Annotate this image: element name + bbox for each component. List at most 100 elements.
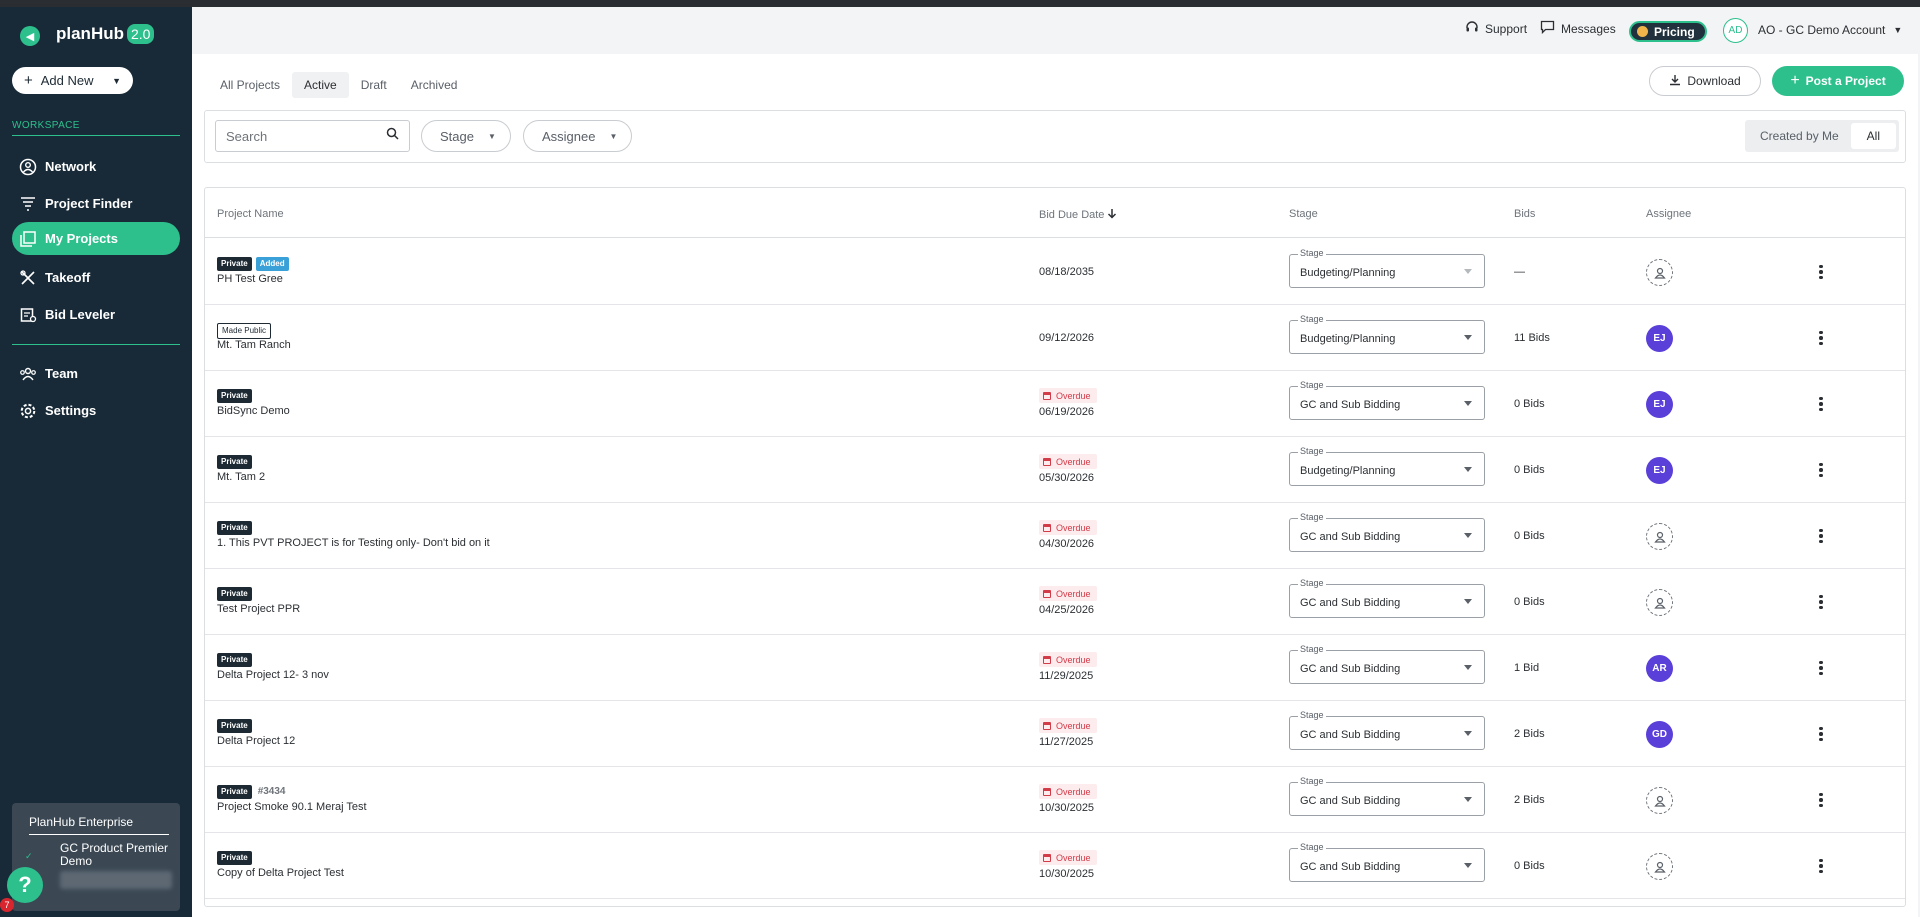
- assignee-filter[interactable]: Assignee ▼: [523, 120, 633, 152]
- stage-select[interactable]: Stage GC and Sub Bidding: [1289, 380, 1485, 420]
- column-header-due[interactable]: Bid Due Date: [1039, 208, 1117, 222]
- sidebar-item-settings[interactable]: Settings: [12, 394, 180, 427]
- tab-active[interactable]: Active: [292, 72, 349, 98]
- stage-select[interactable]: Stage GC and Sub Bidding: [1289, 644, 1485, 684]
- unassigned-user-icon[interactable]: [1646, 787, 1673, 814]
- created-by-me-option[interactable]: Created by Me: [1748, 123, 1851, 149]
- collapse-sidebar-icon[interactable]: ◀: [20, 26, 40, 46]
- tab-draft[interactable]: Draft: [349, 72, 399, 98]
- caret-down-icon: ▼: [487, 131, 496, 141]
- table-row[interactable]: Private 1. This PVT PROJECT is for Testi…: [205, 503, 1905, 569]
- projects-icon: [18, 229, 37, 248]
- project-name[interactable]: BidSync Demo: [217, 405, 290, 417]
- sidebar-item-my-projects[interactable]: My Projects: [12, 222, 180, 255]
- stage-value: Budgeting/Planning: [1300, 333, 1396, 345]
- sidebar: ◀ planHub 2.0 + Add New ▼ WORKSPACE Netw…: [0, 7, 192, 917]
- pricing-button[interactable]: Pricing: [1629, 21, 1707, 42]
- download-button[interactable]: Download: [1649, 66, 1761, 96]
- table-row[interactable]: Private Test Project PPR Overdue 04/25/2…: [205, 569, 1905, 635]
- table-row[interactable]: Private #3434 Project Smoke 90.1 Meraj Te…: [205, 767, 1905, 833]
- more-options-icon[interactable]: [1811, 723, 1831, 745]
- stage-filter[interactable]: Stage ▼: [421, 120, 511, 152]
- stage-select[interactable]: Stage GC and Sub Bidding: [1289, 578, 1485, 618]
- table-row[interactable]: Private Mt. Tam 2 Overdue 05/30/2026 Sta…: [205, 437, 1905, 503]
- add-new-label: Add New: [40, 73, 94, 88]
- calendar-icon: [1043, 853, 1051, 862]
- sidebar-item-label: My Projects: [45, 231, 118, 246]
- project-name[interactable]: Test Project PPR: [217, 603, 300, 615]
- project-badge: Private: [217, 653, 252, 667]
- bid-due-date: 11/27/2025: [1039, 736, 1094, 748]
- stage-select[interactable]: Stage GC and Sub Bidding: [1289, 512, 1485, 552]
- search-box[interactable]: [215, 120, 410, 152]
- sidebar-item-bid-leveler[interactable]: Bid Leveler: [12, 298, 180, 331]
- project-name[interactable]: Mt. Tam 2: [217, 471, 265, 483]
- bids-count: 2 Bids: [1514, 794, 1545, 806]
- network-icon: [18, 157, 37, 176]
- help-button[interactable]: ?: [7, 867, 43, 903]
- table-row[interactable]: Made Public Mt. Tam Ranch 09/12/2026 Sta…: [205, 305, 1905, 371]
- assignee-avatar[interactable]: EJ: [1646, 391, 1673, 418]
- project-name[interactable]: Project Smoke 90.1 Meraj Test: [217, 801, 367, 813]
- overdue-label: Overdue: [1056, 456, 1091, 467]
- assignee-avatar[interactable]: AR: [1646, 655, 1673, 682]
- more-options-icon[interactable]: [1811, 327, 1831, 349]
- tab-all-projects[interactable]: All Projects: [208, 72, 292, 98]
- more-options-icon[interactable]: [1811, 789, 1831, 811]
- table-row[interactable]: Private Delta Project 12- 3 nov Overdue …: [205, 635, 1905, 701]
- project-name[interactable]: Mt. Tam Ranch: [217, 339, 291, 351]
- stage-select[interactable]: Stage Budgeting/Planning: [1289, 248, 1485, 288]
- project-name[interactable]: Copy of Delta Project Test: [217, 867, 344, 879]
- table-row[interactable]: Private Added PH Test Gree 08/18/2035 Sta…: [205, 239, 1905, 305]
- column-header-assignee: Assignee: [1646, 208, 1692, 220]
- project-name[interactable]: Delta Project 12- 3 nov: [217, 669, 329, 681]
- all-option[interactable]: All: [1850, 123, 1896, 149]
- more-options-icon[interactable]: [1811, 657, 1831, 679]
- table-row[interactable]: Private BidSync Demo Overdue 06/19/2026 …: [205, 371, 1905, 437]
- unassigned-user-icon[interactable]: [1646, 523, 1673, 550]
- caret-down-icon: [1464, 665, 1472, 670]
- more-options-icon[interactable]: [1811, 591, 1831, 613]
- project-name[interactable]: Delta Project 12: [217, 735, 295, 747]
- assignee-avatar[interactable]: EJ: [1646, 457, 1673, 484]
- stage-select[interactable]: Stage Budgeting/Planning: [1289, 446, 1485, 486]
- brand-logo[interactable]: planHub 2.0: [56, 24, 155, 44]
- stage-select[interactable]: Stage GC and Sub Bidding: [1289, 776, 1485, 816]
- more-options-icon[interactable]: [1811, 459, 1831, 481]
- table-row[interactable]: Private Delta Project 12 Overdue 11/27/2…: [205, 701, 1905, 767]
- assignee-avatar[interactable]: GD: [1646, 721, 1673, 748]
- project-name[interactable]: 1. This PVT PROJECT is for Testing only-…: [217, 537, 490, 549]
- account-menu[interactable]: AO - GC Demo Account ▼: [1758, 23, 1902, 37]
- stage-field-label: Stage: [1298, 512, 1326, 522]
- unassigned-user-icon[interactable]: [1646, 853, 1673, 880]
- stage-select[interactable]: Stage GC and Sub Bidding: [1289, 710, 1485, 750]
- more-options-icon[interactable]: [1811, 525, 1831, 547]
- more-options-icon[interactable]: [1811, 393, 1831, 415]
- stage-select[interactable]: Stage Budgeting/Planning: [1289, 314, 1485, 354]
- stage-value: GC and Sub Bidding: [1300, 597, 1401, 609]
- post-project-button[interactable]: + Post a Project: [1772, 66, 1904, 96]
- add-new-button[interactable]: + Add New ▼: [12, 67, 133, 94]
- stage-select[interactable]: Stage GC and Sub Bidding: [1289, 842, 1485, 882]
- search-icon[interactable]: [386, 127, 399, 145]
- more-options-icon[interactable]: [1811, 261, 1831, 283]
- assignee-avatar[interactable]: EJ: [1646, 325, 1673, 352]
- tab-archived[interactable]: Archived: [399, 72, 470, 98]
- sidebar-item-network[interactable]: Network: [12, 150, 180, 183]
- more-options-icon[interactable]: [1811, 855, 1831, 877]
- divider: [12, 135, 180, 136]
- search-input[interactable]: [226, 128, 376, 144]
- sidebar-item-team[interactable]: Team: [12, 357, 180, 390]
- sidebar-item-project-finder[interactable]: Project Finder: [12, 187, 180, 220]
- download-icon: [1669, 74, 1681, 89]
- caret-down-icon: [1464, 863, 1472, 868]
- project-name[interactable]: PH Test Gree: [217, 273, 283, 285]
- support-link[interactable]: Support: [1465, 20, 1527, 37]
- sidebar-item-takeoff[interactable]: Takeoff: [12, 261, 180, 294]
- column-header-name[interactable]: Project Name: [217, 208, 284, 220]
- unassigned-user-icon[interactable]: [1646, 259, 1673, 286]
- table-row[interactable]: Private Copy of Delta Project Test Overd…: [205, 833, 1905, 899]
- unassigned-user-icon[interactable]: [1646, 589, 1673, 616]
- messages-link[interactable]: Messages: [1540, 20, 1616, 37]
- account-avatar[interactable]: AD: [1723, 18, 1748, 43]
